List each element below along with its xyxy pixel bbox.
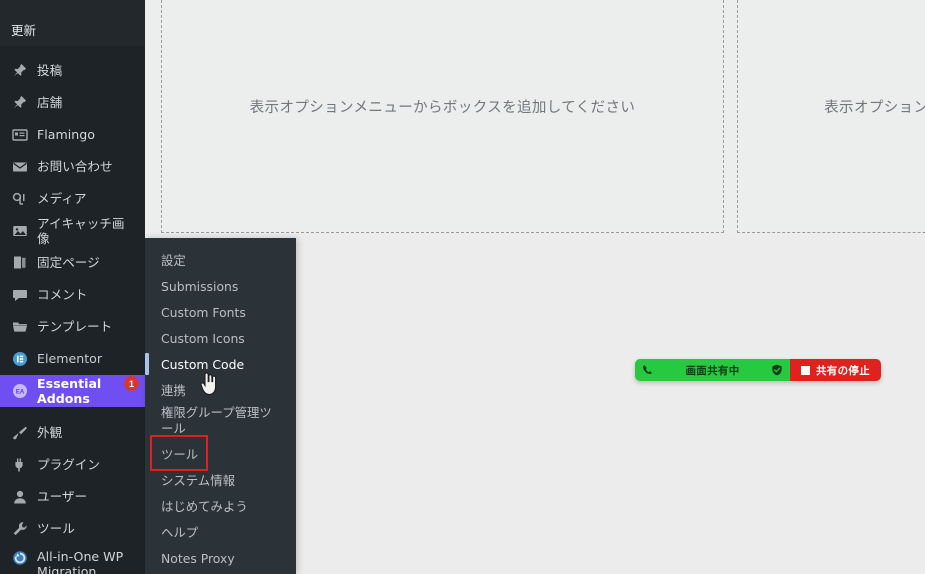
submenu-item-label: Custom Fonts [161, 304, 246, 320]
sidebar-item-label: コメント [37, 287, 88, 303]
sidebar-item-contact-form[interactable]: お問い合わせ [0, 151, 145, 183]
sidebar-item-posts[interactable]: 投稿 [0, 55, 145, 87]
pages-icon [11, 255, 28, 272]
sidebar-item-label: 投稿 [37, 63, 63, 79]
sidebar-item-label: Elementor [37, 351, 103, 367]
submenu-item-label: ヘルプ [161, 525, 199, 540]
sidebar-item-label: ユーザー [37, 489, 88, 505]
submenu-item-submissions[interactable]: Submissions [145, 273, 296, 299]
essential-addons-submenu: 設定 Submissions Custom Fonts Custom Icons… [145, 238, 296, 574]
sidebar-item-label: お問い合わせ [37, 159, 113, 175]
submenu-item-custom-code[interactable]: Custom Code [145, 351, 296, 377]
submenu-item-label: 権限グループ管理ツール [161, 405, 272, 436]
sidebar-item-label: Flamingo [37, 127, 95, 143]
sidebar-item-comments[interactable]: コメント [0, 279, 145, 311]
screen-share-toolbar: 画面共有中 共有の停止 [635, 359, 881, 381]
sidebar-item-label: ツール [37, 521, 75, 537]
submenu-item-label: Custom Icons [161, 330, 245, 346]
submenu-item-label: Notes Proxy [161, 550, 235, 566]
submenu-item-label: システム情報 [161, 473, 235, 488]
brush-icon [11, 425, 28, 442]
submenu-item-label: ツール [161, 447, 199, 462]
migration-icon [11, 549, 28, 566]
sidebar-item-featured-image[interactable]: アイキャッチ画像 [0, 215, 145, 247]
sidebar-item-users[interactable]: ユーザー [0, 481, 145, 513]
sidebar-separator [0, 407, 145, 417]
submenu-item-label: 設定 [161, 253, 186, 268]
sidebar-item-plugins[interactable]: プラグイン [0, 449, 145, 481]
submenu-item-role-group-manager[interactable]: 権限グループ管理ツール [145, 403, 296, 441]
stop-sharing-label: 共有の停止 [816, 364, 870, 377]
svg-text:EA: EA [15, 389, 24, 395]
meta-box-column-1: 表示オプションメニューからボックスを追加してください [161, 0, 724, 233]
media-icon [11, 191, 28, 208]
sidebar-item-label: 外観 [37, 425, 63, 441]
submenu-item-label: Custom Code [161, 356, 245, 372]
sidebar-item-label: メディア [37, 191, 87, 207]
pointing-hand-cursor [199, 372, 219, 396]
sidebar-item-pages[interactable]: 固定ページ [0, 247, 145, 279]
essential-addons-icon: EA [11, 383, 28, 400]
sidebar-item-flamingo[interactable]: Flamingo [0, 119, 145, 151]
envelope-icon [11, 159, 28, 176]
sidebar-item-label: プラグイン [37, 457, 100, 473]
screen-share-status[interactable]: 画面共有中 [635, 359, 790, 381]
sidebar-item-label: 固定ページ [37, 255, 100, 271]
list-card-icon [11, 127, 28, 144]
submenu-item-label: 連携 [161, 383, 186, 398]
sidebar-item-tools[interactable]: ツール [0, 513, 145, 545]
sidebar-item-all-in-one-wp-migration[interactable]: All-in-One WP Migration [0, 545, 145, 574]
stop-square-icon [801, 365, 810, 375]
sidebar-item-templates[interactable]: テンプレート [0, 311, 145, 343]
pin-icon [11, 95, 28, 112]
sidebar-item-label: 店舗 [37, 95, 63, 111]
sidebar-item-media[interactable]: メディア [0, 183, 145, 215]
image-icon [11, 223, 28, 240]
sidebar-item-updates[interactable]: 更新 [0, 12, 145, 46]
submenu-item-custom-fonts[interactable]: Custom Fonts [145, 299, 296, 325]
submenu-item-integrations[interactable]: 連携 [145, 377, 296, 403]
meta-box-placeholder-text-2: 表示オプションメニューからボックスを追加してください [824, 100, 925, 116]
submenu-item-label: Submissions [161, 278, 239, 294]
elementor-icon [11, 351, 28, 368]
submenu-item-help[interactable]: ヘルプ [145, 519, 296, 545]
submenu-item-get-started[interactable]: はじめてみよう [145, 493, 296, 519]
submenu-item-notes-proxy[interactable]: Notes Proxy [145, 545, 296, 571]
screen-root: 表示オプションメニューからボックスを追加してください 表示オプションメニューから… [0, 0, 925, 574]
sidebar-item-label: テンプレート [37, 319, 113, 335]
submenu-item-system-info[interactable]: システム情報 [145, 467, 296, 493]
meta-box-column-2: 表示オプションメニューからボックスを追加してください [737, 0, 925, 233]
comment-icon [11, 287, 28, 304]
sidebar-item-label: 更新 [11, 22, 37, 38]
submenu-item-label: はじめてみよう [161, 499, 248, 514]
meta-box-placeholder-text: 表示オプションメニューからボックスを追加してください [249, 100, 636, 116]
status-badge: 1 [124, 376, 139, 391]
sidebar-top-stub [0, 0, 145, 12]
sidebar-separator [0, 46, 145, 55]
submenu-item-tools[interactable]: ツール [145, 435, 296, 471]
pin-icon [11, 63, 28, 80]
wrench-icon [11, 521, 28, 538]
sidebar-item-appearance[interactable]: 外観 [0, 417, 145, 449]
sidebar-item-elementor[interactable]: Elementor [0, 343, 145, 375]
sidebar-item-label: アイキャッチ画像 [37, 215, 125, 246]
plug-icon [11, 457, 28, 474]
submenu-item-custom-icons[interactable]: Custom Icons [145, 325, 296, 351]
sidebar-item-label: Essential Addons [37, 375, 102, 406]
sidebar-item-label: All-in-One WP Migration [37, 549, 124, 574]
folder-icon [11, 319, 28, 336]
sidebar-item-essential-addons[interactable]: EA Essential Addons 1 [0, 375, 145, 407]
shield-check-icon [771, 364, 783, 376]
admin-sidebar: 更新 投稿 店舗 Flamingo お問い合わせ メディア アイキャッチ画像 固… [0, 0, 145, 574]
stop-sharing-button[interactable]: 共有の停止 [790, 359, 881, 381]
submenu-item-settings[interactable]: 設定 [145, 247, 296, 273]
user-icon [11, 489, 28, 506]
sidebar-item-shops[interactable]: 店舗 [0, 87, 145, 119]
screen-share-status-label: 画面共有中 [685, 364, 740, 377]
phone-icon [642, 364, 654, 376]
